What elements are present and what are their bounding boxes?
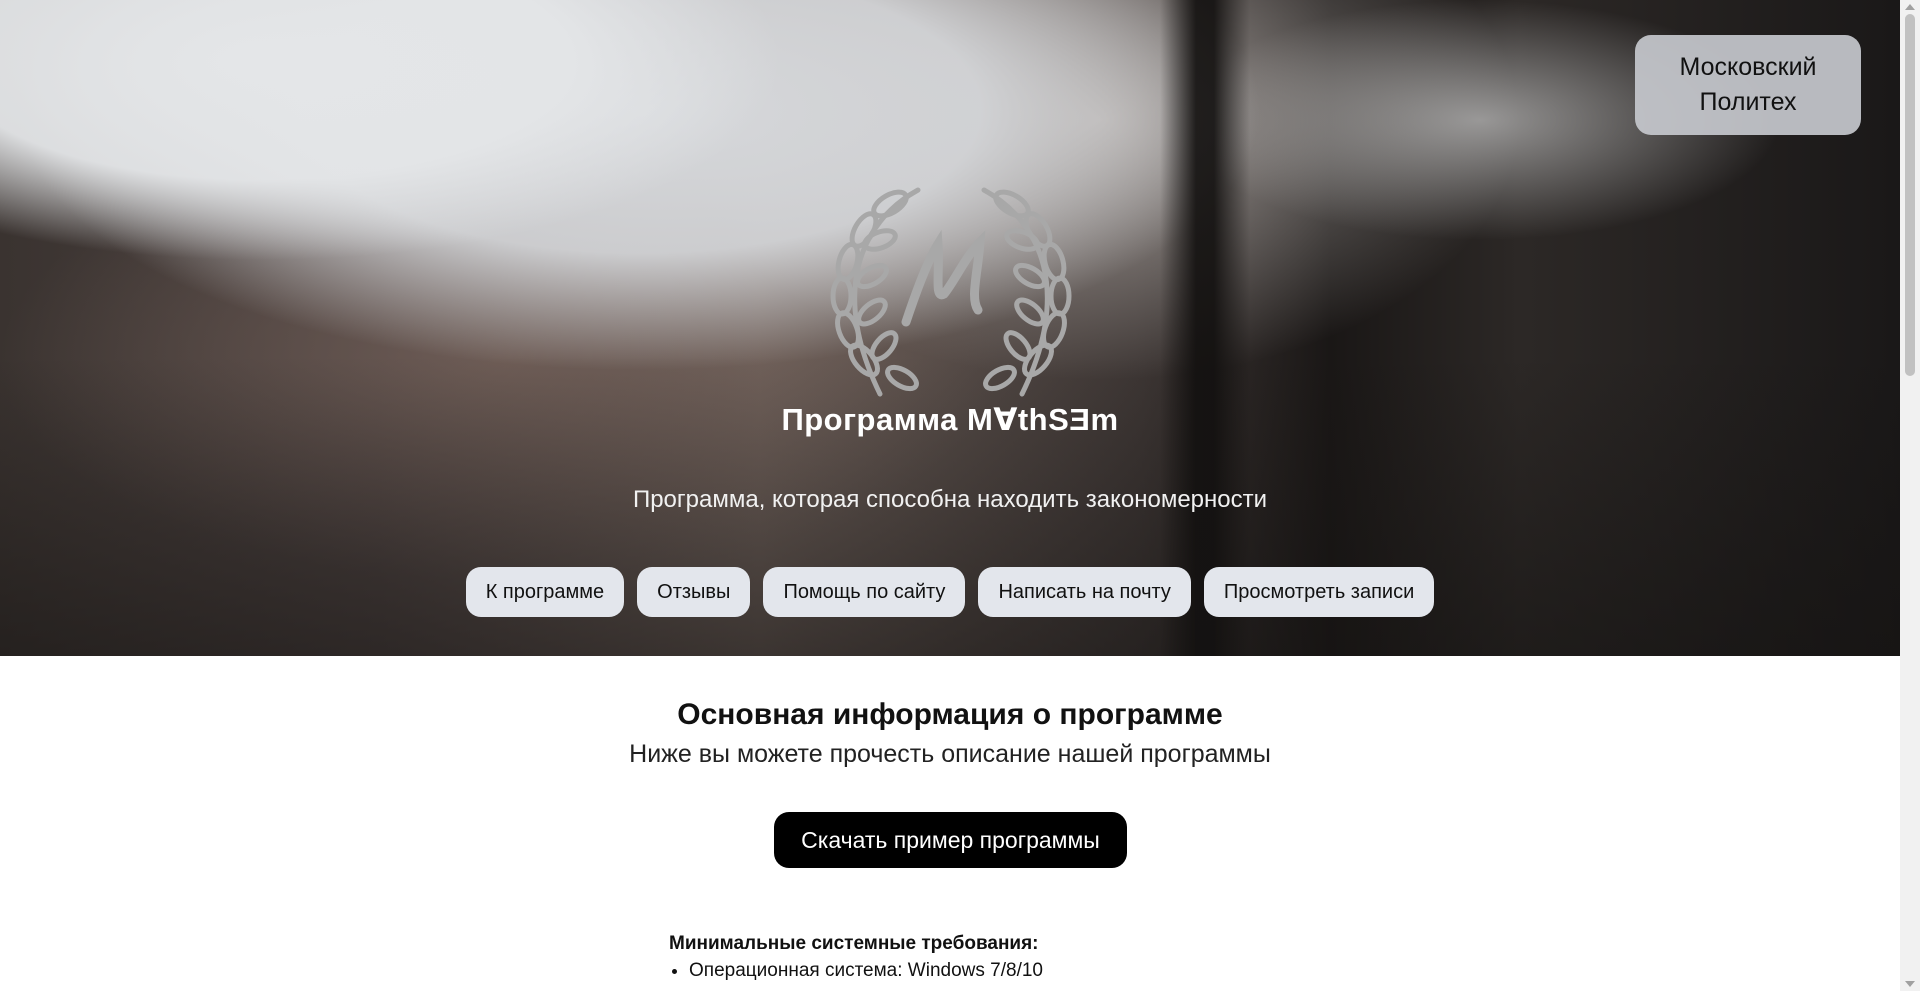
section-subtitle: Ниже вы можете прочесть описание нашей п…: [629, 740, 1271, 768]
requirements-heading: Минимальные системные требования:: [669, 933, 1039, 954]
nav-reviews-button[interactable]: Отзывы: [637, 567, 751, 617]
university-badge-link[interactable]: Московский Политех: [1635, 35, 1861, 135]
app-title: Программа M∀thSƎm: [781, 402, 1119, 437]
scroll-up-arrow-icon[interactable]: [1905, 4, 1915, 10]
nav-view-records-button[interactable]: Просмотреть записи: [1203, 567, 1435, 617]
app-subtitle: Программа, которая способна находить зак…: [632, 486, 1268, 513]
page: Московский Политех Программа M∀thSƎm Про…: [0, 0, 1900, 991]
requirements-list: Операционная система: Windows 7/8/10: [669, 957, 1043, 985]
scrollbar-thumb[interactable]: [1905, 14, 1915, 376]
requirements-list-item: Операционная система: Windows 7/8/10: [689, 957, 1043, 985]
section-title: Основная информация о программе: [677, 698, 1223, 731]
main-nav: К программе Отзывы Помощь по сайту Напис…: [0, 567, 1900, 617]
nav-to-program-button[interactable]: К программе: [465, 567, 625, 617]
hero-banner: Московский Политех Программа M∀thSƎm Про…: [0, 0, 1900, 656]
scroll-down-arrow-icon[interactable]: [1905, 981, 1915, 987]
nav-site-help-button[interactable]: Помощь по сайту: [763, 567, 966, 617]
download-sample-button[interactable]: Скачать пример программы: [774, 812, 1127, 868]
laurel-wreath-m-logo-icon: [820, 182, 1082, 404]
nav-email-button[interactable]: Написать на почту: [978, 567, 1191, 617]
page-scrollbar[interactable]: [1900, 0, 1920, 991]
